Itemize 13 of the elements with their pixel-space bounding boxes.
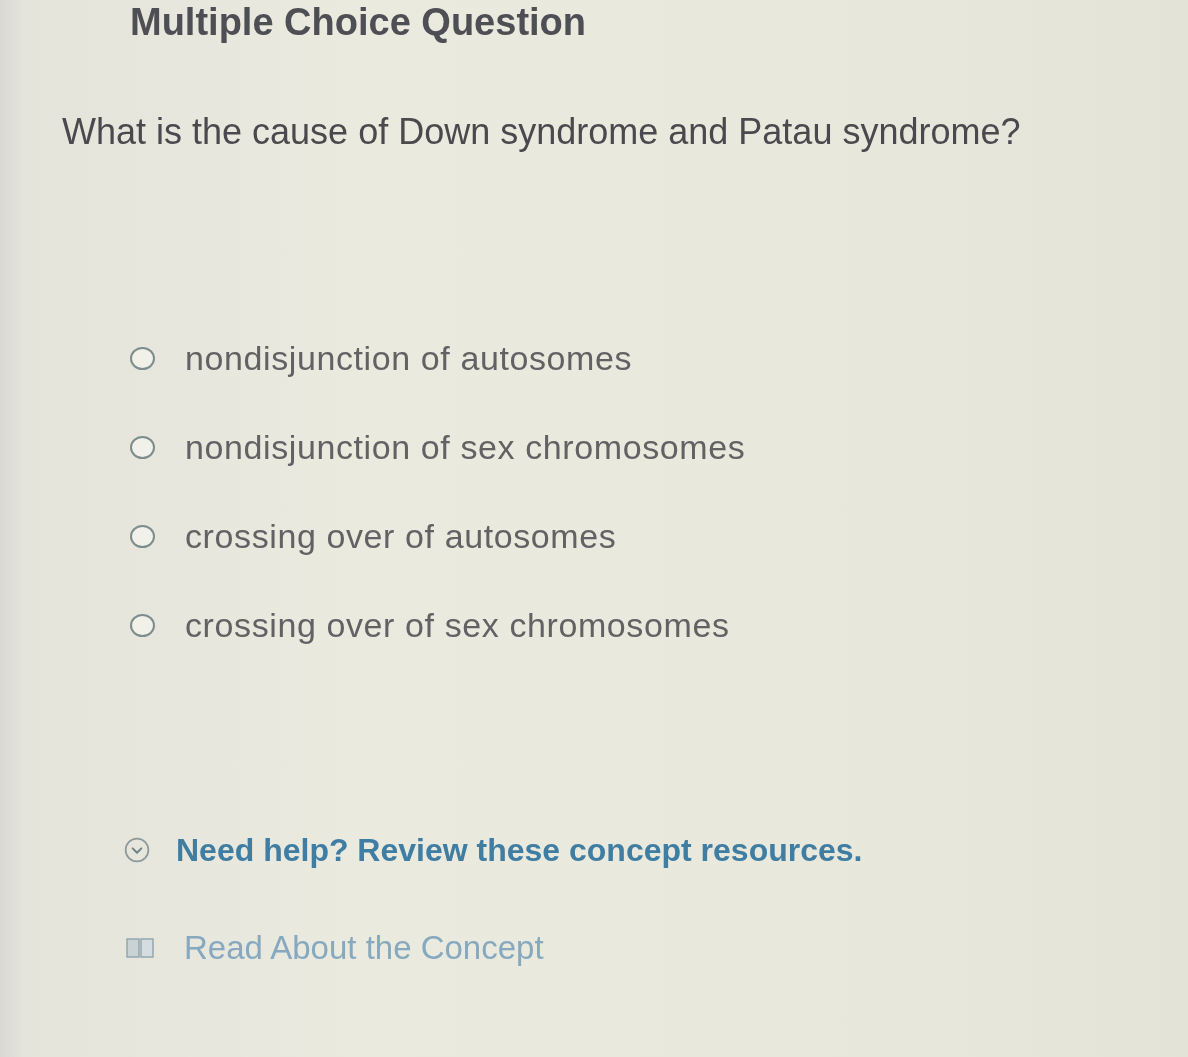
radio-button[interactable] [130, 435, 155, 459]
radio-button[interactable] [130, 346, 155, 370]
chevron-icon [124, 837, 150, 863]
option-text[interactable]: nondisjunction of autosomes [185, 336, 633, 380]
question-type-heading: Multiple Choice Question [130, 0, 587, 44]
help-toggle[interactable]: Need help? Review these concept resources. [124, 828, 863, 872]
question-text: What is the cause of Down syndrome and Patau syndrome? [62, 110, 1021, 154]
radio-button[interactable] [130, 524, 155, 548]
radio-button[interactable] [130, 613, 155, 637]
book-icon [126, 937, 154, 959]
option-text[interactable]: crossing over of sex chromosomes [185, 603, 730, 647]
option-text[interactable]: crossing over of autosomes [185, 514, 617, 558]
option-text[interactable]: nondisjunction of sex chromosomes [185, 425, 746, 469]
